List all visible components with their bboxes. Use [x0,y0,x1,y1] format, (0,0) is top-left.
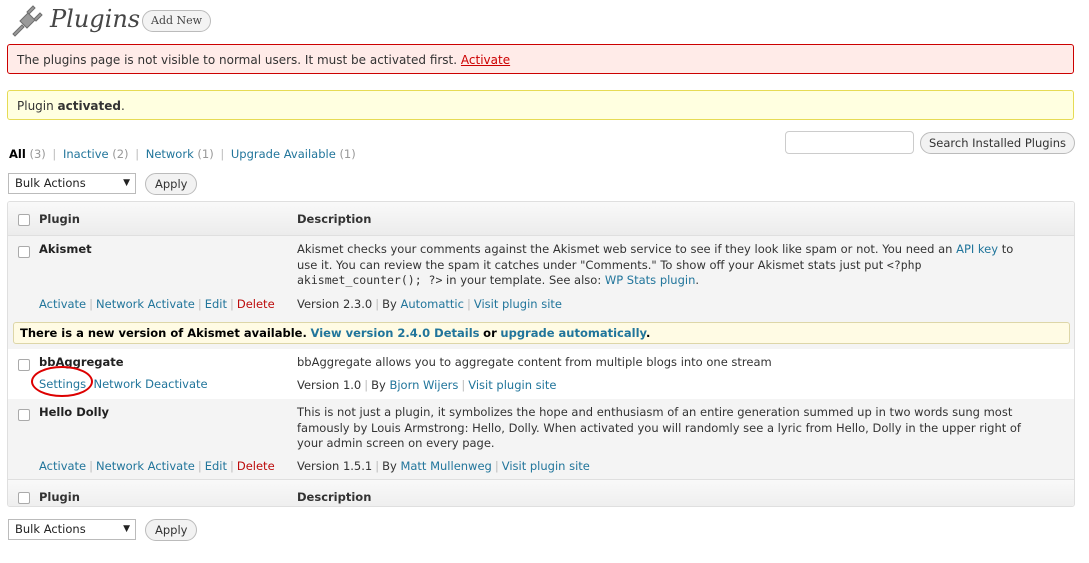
plugin-description: bbAggregate allows you to aggregate cont… [297,355,1037,371]
description-text: bbAggregate allows you to aggregate cont… [297,355,772,369]
description-text: This is not just a plugin, it symbolizes… [297,405,1021,450]
select-all-checkbox-footer[interactable] [18,492,30,504]
activate-link[interactable]: Activate [39,297,86,311]
plugin-version: Version 2.3.0 [297,297,373,311]
upgrade-automatically-link[interactable]: upgrade automatically [500,326,646,340]
visit-plugin-site-link[interactable]: Visit plugin site [468,378,556,392]
network-deactivate-link[interactable]: Network Deactivate [93,377,207,391]
error-notice: The plugins page is not visible to norma… [7,44,1074,74]
apply-button-bottom[interactable]: Apply [145,519,198,541]
highlight-circle [31,366,93,397]
edit-link[interactable]: Edit [205,459,227,473]
plugin-name: Akismet [39,242,92,256]
delete-link[interactable]: Delete [237,459,275,473]
author-link[interactable]: Automattic [400,297,464,311]
update-notice: There is a new version of Akismet availa… [13,322,1070,344]
api-key-link[interactable]: API key [956,242,998,256]
plugin-version: Version 1.5.1 [297,459,373,473]
search-input[interactable] [785,131,914,154]
plugin-row-akismet: Akismet Activate | Network Activate | Edit | D… [8,236,1074,349]
table-footer: Plugin Description [8,479,1074,506]
dropdown-arrow-icon: ▼ [123,178,130,188]
plugin-version: Version 1.0 [297,378,362,392]
activate-link[interactable]: Activate [39,459,86,473]
page-title: Plugins [50,5,141,33]
filter-network[interactable]: Network [146,147,194,161]
plugin-description: This is not just a plugin, it symbolizes… [297,405,1037,452]
update-notice-period: . [645,326,651,340]
author-link[interactable]: Bjorn Wijers [389,378,458,392]
network-activate-link[interactable]: Network Activate [96,297,195,311]
update-notice-or: or [483,326,497,340]
updated-notice-bold: activated [57,99,121,113]
wp-stats-plugin-link[interactable]: WP Stats plugin [605,273,696,287]
bulk-actions-select-bottom[interactable]: Bulk Actions ▼ [8,519,136,540]
filter-upgrade-available[interactable]: Upgrade Available [231,147,336,161]
row-actions: Activate | Network Activate | Edit | Delete [39,297,275,311]
bulk-actions-select[interactable]: Bulk Actions ▼ [8,173,136,194]
filter-all-count: (3) [29,147,46,161]
delete-link[interactable]: Delete [237,297,275,311]
updated-notice-pre: Plugin [17,99,58,113]
table-header: Plugin Description [8,202,1074,236]
plugins-table: Plugin Description Akismet Activate | Netw… [7,201,1075,507]
column-description-footer: Description [297,490,372,504]
update-notice-text: There is a new version of Akismet availa… [20,326,307,340]
filter-inactive[interactable]: Inactive [63,147,109,161]
plugin-meta: Version 1.0 | By Bjorn Wijers | Visit plugin… [297,378,557,392]
filter-network-count: (1) [197,147,214,161]
apply-button[interactable]: Apply [145,173,198,195]
error-notice-text: The plugins page is not visible to norma… [17,53,458,67]
plugin-plug-icon [12,5,43,37]
plugin-checkbox[interactable] [18,246,30,258]
plugin-description: Akismet checks your comments against the… [297,242,1037,289]
column-description-header: Description [297,212,372,226]
by-label: By [371,378,386,392]
edit-link[interactable]: Edit [205,297,227,311]
filter-all[interactable]: All [9,147,26,161]
filter-inactive-count: (2) [112,147,129,161]
by-label: By [382,459,397,473]
view-details-link[interactable]: View version 2.4.0 Details [311,326,480,340]
filter-upgrade-count: (1) [339,147,356,161]
plugin-checkbox[interactable] [18,409,30,421]
plugin-meta: Version 1.5.1 | By Matt Mullenweg | Visit pl… [297,459,590,473]
plugin-meta: Version 2.3.0 | By Automattic | Visit plugin… [297,297,562,311]
column-plugin-footer: Plugin [39,490,80,504]
bulk-actions-value: Bulk Actions [15,176,86,190]
plugin-name: Hello Dolly [39,405,110,419]
bulk-actions-value: Bulk Actions [15,522,86,536]
network-activate-link[interactable]: Network Activate [96,459,195,473]
column-plugin-header: Plugin [39,212,80,226]
updated-notice: Plugin activated. [7,90,1074,120]
search-installed-plugins-button[interactable]: Search Installed Plugins [920,132,1076,154]
visit-plugin-site-link[interactable]: Visit plugin site [474,297,562,311]
select-all-checkbox[interactable] [18,214,30,226]
plugin-row-hello-dolly: Hello Dolly Activate | Network Activate | Ed… [8,399,1074,479]
updated-notice-post: . [121,99,125,113]
description-text: in your template. See also: [442,273,605,287]
description-text: Akismet checks your comments against the… [297,242,957,256]
plugin-row-bbaggregate: bbAggregate Settings Network Deactivate … [8,349,1074,399]
visit-plugin-site-link[interactable]: Visit plugin site [502,459,590,473]
row-actions: Activate | Network Activate | Edit | Delete [39,459,275,473]
description-text: . [695,273,700,287]
author-link[interactable]: Matt Mullenweg [400,459,491,473]
dropdown-arrow-icon: ▼ [123,524,130,534]
filter-links: All (3) | Inactive (2) | Network (1) | U… [9,147,356,161]
plugin-checkbox[interactable] [18,359,30,371]
add-new-button[interactable]: Add New [142,10,212,32]
by-label: By [382,297,397,311]
activate-link[interactable]: Activate [461,53,510,67]
